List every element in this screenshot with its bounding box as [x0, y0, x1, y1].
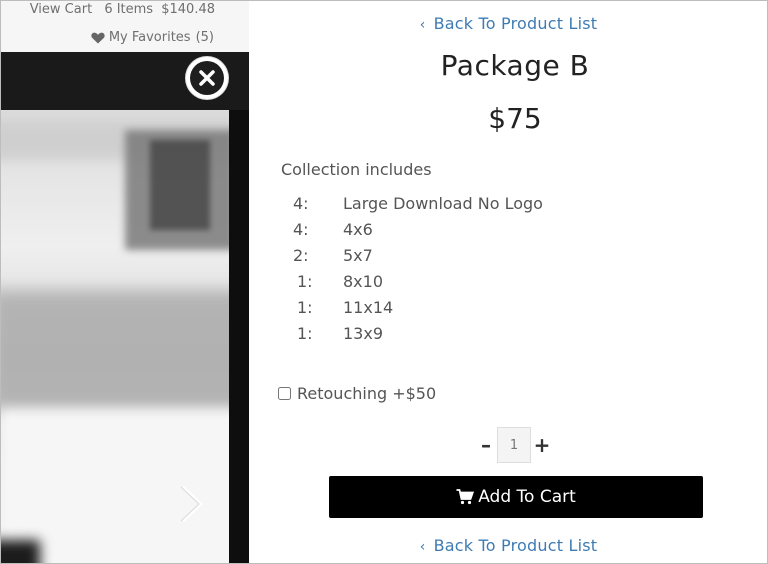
- item-quantity: 4:: [293, 219, 309, 239]
- cart-header: View Cart 6 Items $140.48 My Favorites (…: [0, 0, 249, 52]
- retouching-checkbox[interactable]: [278, 387, 291, 400]
- product-price: $75: [488, 102, 542, 135]
- quantity-stepper: – 1 +: [475, 427, 553, 463]
- photo-edge: [229, 110, 249, 564]
- close-icon: [190, 61, 224, 95]
- chevron-left-icon: ‹: [419, 17, 426, 33]
- favorites-count: (5): [195, 30, 214, 45]
- back-link-label: Back To Product List: [433, 14, 598, 33]
- item-name: 13x9: [343, 323, 384, 343]
- back-to-product-list-link[interactable]: ‹ Back To Product List: [249, 14, 768, 33]
- item-name: Large Download No Logo: [343, 193, 543, 213]
- cart-item-count: 6 Items: [104, 2, 154, 17]
- product-title: Package B: [440, 49, 590, 82]
- cart-summary[interactable]: View Cart 6 Items $140.48: [30, 2, 215, 17]
- back-link-label: Back To Product List: [433, 536, 598, 555]
- list-item: 4: 4x6: [291, 216, 543, 242]
- collection-heading: Collection includes: [281, 160, 432, 179]
- close-button[interactable]: [186, 57, 228, 99]
- chevron-left-icon: ‹: [419, 539, 426, 555]
- view-cart-link[interactable]: View Cart: [30, 2, 92, 17]
- add-to-cart-button[interactable]: Add To Cart: [329, 476, 703, 518]
- chevron-right-icon[interactable]: [175, 483, 209, 525]
- increment-button[interactable]: +: [531, 433, 553, 457]
- list-item: 1: 13x9: [291, 320, 543, 346]
- cart-total: $140.48: [161, 2, 215, 17]
- item-quantity: 1:: [297, 297, 313, 317]
- product-image-viewer: [0, 52, 249, 564]
- retouching-option[interactable]: Retouching +$50: [276, 384, 436, 403]
- back-to-product-list-link[interactable]: ‹ Back To Product List: [249, 536, 768, 555]
- item-quantity: 1:: [297, 271, 313, 291]
- cart-icon: [456, 489, 475, 505]
- retouching-label: Retouching +$50: [297, 384, 437, 403]
- item-quantity: 1:: [297, 323, 313, 343]
- list-item: 1: 8x10: [291, 268, 543, 294]
- item-name: 5x7: [343, 245, 373, 265]
- list-item: 2: 5x7: [291, 242, 543, 268]
- list-item: 4: Large Download No Logo: [291, 190, 543, 216]
- quantity-input[interactable]: 1: [497, 427, 531, 463]
- favorites-link[interactable]: My Favorites (5): [91, 30, 214, 45]
- collection-items: 4: Large Download No Logo 4: 4x6 2: 5x7 …: [291, 190, 543, 346]
- heart-icon: [91, 32, 105, 43]
- item-name: 8x10: [343, 271, 384, 291]
- item-quantity: 4:: [293, 193, 309, 213]
- favorites-label: My Favorites: [108, 30, 191, 45]
- item-quantity: 2:: [293, 245, 309, 265]
- item-name: 4x6: [343, 219, 373, 239]
- list-item: 1: 11x14: [291, 294, 543, 320]
- item-name: 11x14: [343, 297, 394, 317]
- decrement-button[interactable]: –: [475, 433, 497, 457]
- add-to-cart-label: Add To Cart: [478, 487, 576, 507]
